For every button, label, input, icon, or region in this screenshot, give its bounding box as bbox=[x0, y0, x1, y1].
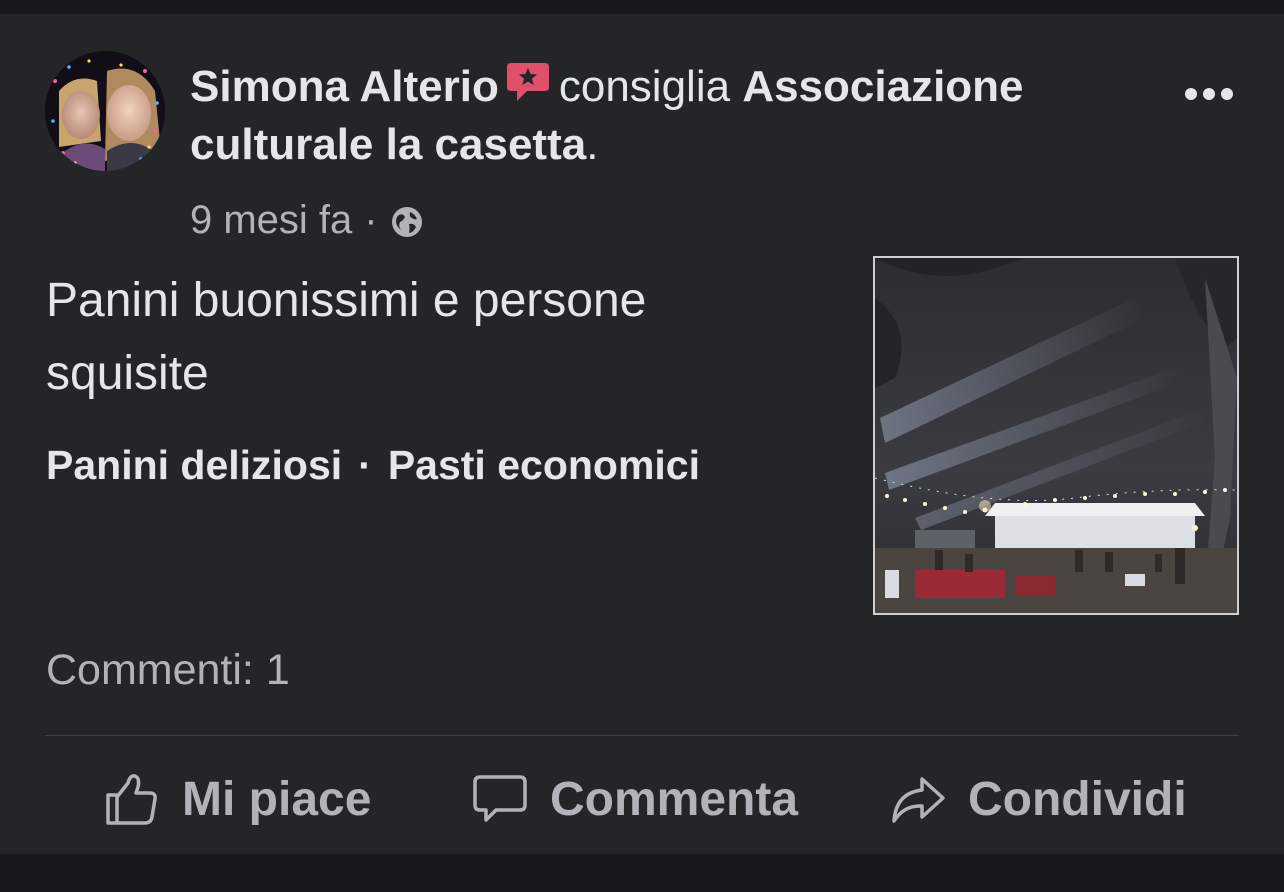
bottom-separator bbox=[0, 854, 1284, 892]
post-photo[interactable] bbox=[873, 256, 1239, 615]
author-avatar[interactable] bbox=[45, 51, 165, 171]
post-header: Simona Alterio consiglia Associazione cu… bbox=[190, 58, 1150, 174]
night-event-photo bbox=[875, 258, 1237, 613]
tag-item[interactable]: Pasti economici bbox=[388, 442, 700, 489]
tag-separator: · bbox=[358, 442, 372, 488]
globe-icon bbox=[390, 204, 424, 238]
tag-item[interactable]: Panini deliziosi bbox=[46, 442, 342, 489]
post-card: Simona Alterio consiglia Associazione cu… bbox=[0, 14, 1284, 854]
comments-count[interactable]: Commenti: 1 bbox=[46, 646, 290, 695]
share-label: Condividi bbox=[968, 772, 1187, 826]
post-actions-bar: Mi piace Commenta Condividi bbox=[0, 754, 1284, 844]
header-period: . bbox=[586, 120, 599, 169]
like-label: Mi piace bbox=[182, 772, 372, 826]
more-options-icon[interactable] bbox=[1176, 74, 1242, 114]
share-button[interactable]: Condividi bbox=[890, 764, 1187, 834]
like-button[interactable]: Mi piace bbox=[104, 764, 371, 834]
meta-separator: · bbox=[364, 198, 378, 242]
thumbs-up-icon bbox=[106, 774, 157, 825]
actions-divider bbox=[45, 735, 1239, 736]
top-separator bbox=[0, 0, 1284, 14]
post-meta: 9 mesi fa · bbox=[190, 198, 424, 243]
post-tags: Panini deliziosi · Pasti economici bbox=[46, 442, 700, 489]
share-arrow-icon bbox=[892, 777, 945, 823]
author-name[interactable]: Simona Alterio bbox=[190, 62, 499, 111]
post-text: Panini buonissimi e persone squisite bbox=[46, 274, 647, 400]
post-timestamp[interactable]: 9 mesi fa bbox=[190, 198, 352, 243]
comment-bubble-icon bbox=[473, 775, 527, 822]
comment-button[interactable]: Commenta bbox=[472, 764, 798, 834]
comment-label: Commenta bbox=[550, 772, 799, 826]
avatar-photo bbox=[45, 51, 165, 171]
action-verb: consiglia bbox=[558, 62, 731, 111]
recommendation-star-icon bbox=[505, 59, 551, 105]
